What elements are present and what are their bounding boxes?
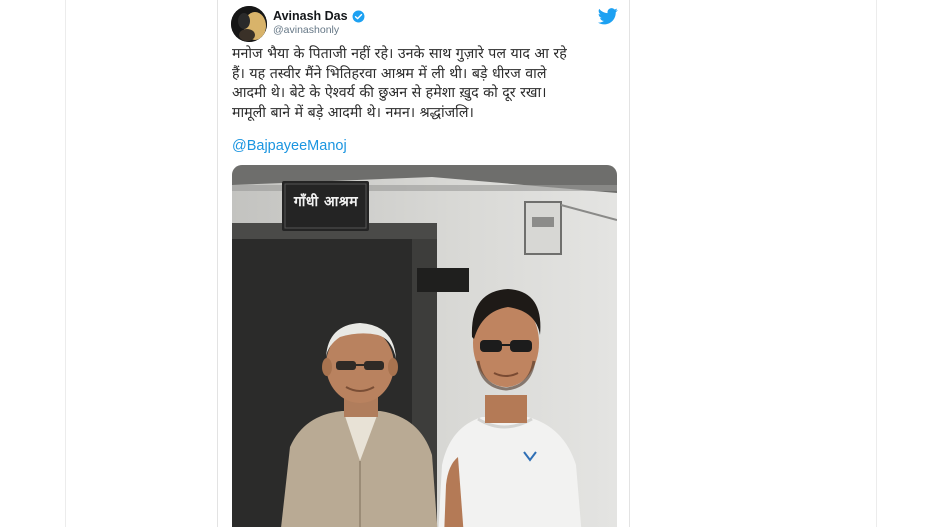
meter-box bbox=[524, 201, 562, 255]
right-background-divider bbox=[876, 0, 877, 527]
author-name-row[interactable]: Avinash Das bbox=[273, 8, 365, 24]
twitter-bird-icon[interactable] bbox=[598, 8, 618, 25]
photo-scene bbox=[232, 165, 617, 527]
tweet-card: Avinash Das @avinashonly मनोज भैया के पि… bbox=[217, 0, 630, 527]
tweet-text: मनोज भैया के पिताजी नहीं रहे। उनके साथ ग… bbox=[232, 46, 567, 121]
author-display-name[interactable]: Avinash Das bbox=[273, 9, 348, 23]
screenshot-page: Avinash Das @avinashonly मनोज भैया के पि… bbox=[0, 0, 938, 527]
sign-text: गाँधी आश्रम bbox=[293, 194, 359, 210]
verified-badge-icon bbox=[352, 10, 365, 22]
author-avatar[interactable] bbox=[231, 6, 267, 42]
mention-link[interactable]: @BajpayeeManoj bbox=[232, 138, 347, 154]
left-background-divider bbox=[65, 0, 66, 527]
door-beam bbox=[417, 268, 469, 292]
avatar-image bbox=[231, 6, 267, 42]
tweet-photo[interactable]: गाँधी आश्रम bbox=[232, 165, 617, 527]
author-handle[interactable]: @avinashonly bbox=[273, 24, 339, 36]
